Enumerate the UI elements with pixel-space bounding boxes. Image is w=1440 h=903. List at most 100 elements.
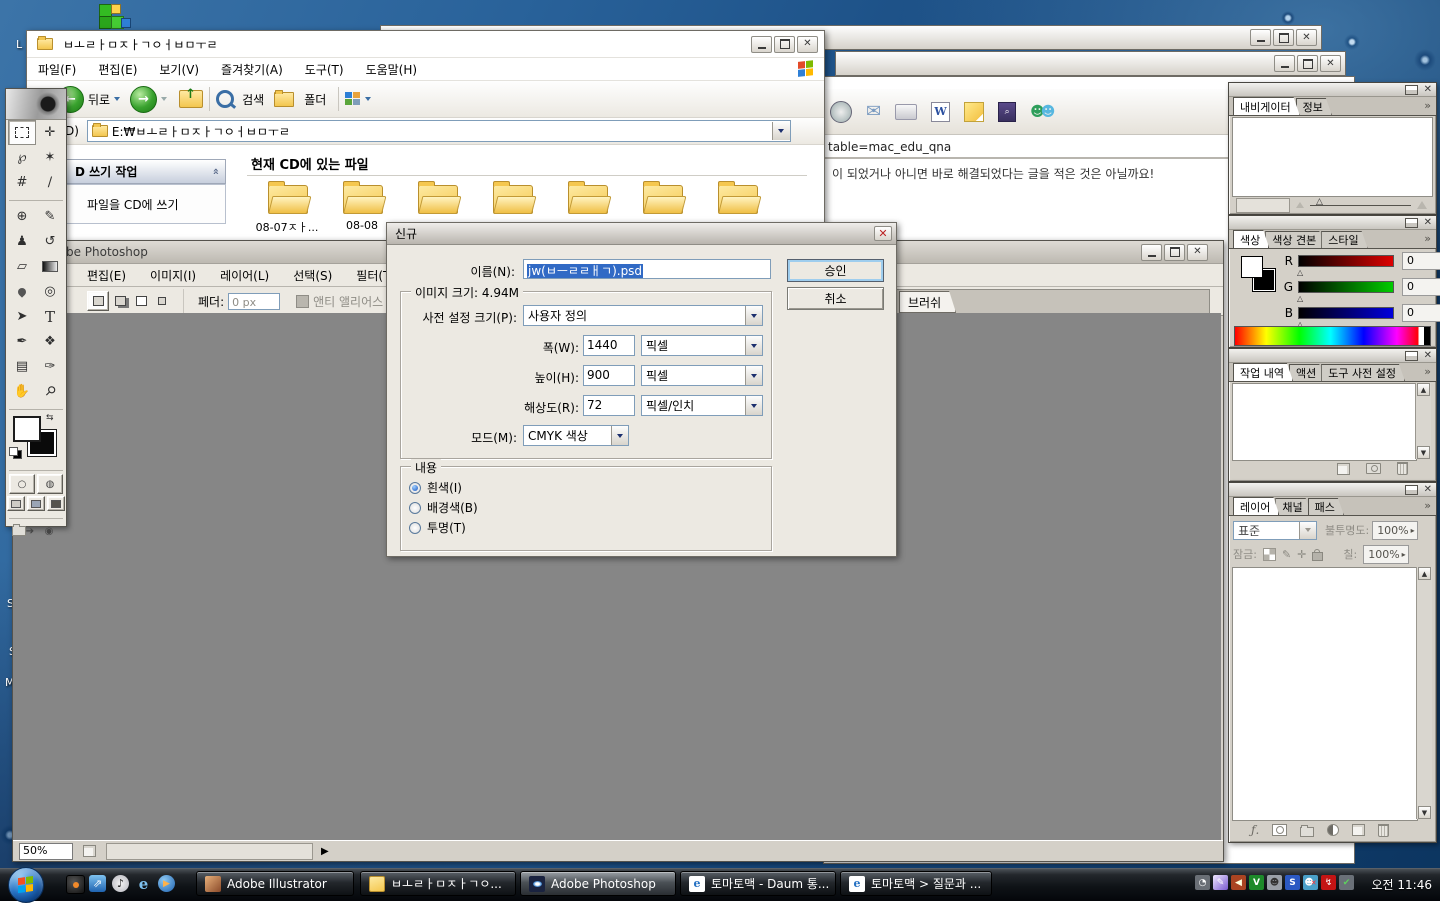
taskbar-button-illustrator[interactable]: Adobe Illustrator <box>196 871 354 896</box>
tray-update-icon[interactable]: ✔ <box>1339 875 1354 890</box>
brush-tool[interactable]: ✎ <box>36 204 64 229</box>
tab-history[interactable]: 작업 내역 <box>1233 363 1293 381</box>
dropdown-arrow-icon[interactable] <box>611 426 628 445</box>
adjustment-layer-icon[interactable] <box>1327 824 1339 836</box>
tray-agent-icon[interactable]: ☻ <box>1267 875 1282 890</box>
tray-speaker-icon[interactable]: ◀ <box>1231 875 1246 890</box>
imageready-icon[interactable]: ◉ <box>37 522 61 540</box>
dictionary-search-icon[interactable]: ⌕ <box>998 102 1016 122</box>
tab-layers[interactable]: 레이어 <box>1233 497 1279 515</box>
custom-shape-tool[interactable]: ❖ <box>36 329 64 354</box>
red-slider[interactable] <box>1298 255 1394 267</box>
folders-icon[interactable] <box>274 92 294 107</box>
layers-list[interactable] <box>1232 567 1418 821</box>
dropdown-arrow-icon[interactable] <box>1299 522 1316 539</box>
contents-transparent-option[interactable]: 투명(T) <box>409 519 466 536</box>
explorer-titlebar[interactable]: ㅂㅗㄹㅏㅁㅈㅏㄱㅇㅓㅂㅁㅜㄹ ✕ <box>27 31 824 58</box>
opacity-input[interactable]: 100%▸ <box>1372 521 1417 540</box>
green-value-input[interactable]: 0 <box>1402 278 1440 296</box>
edit-with-word-icon[interactable]: W <box>931 102 950 122</box>
dropdown-arrow-icon[interactable] <box>745 336 762 355</box>
new-snapshot-icon[interactable] <box>1366 463 1381 474</box>
search-icon[interactable] <box>216 90 234 108</box>
delete-state-icon[interactable] <box>1397 462 1408 475</box>
views-icon[interactable] <box>345 92 361 106</box>
close-icon[interactable]: ✕ <box>1296 29 1317 46</box>
close-icon[interactable]: ✕ <box>797 36 818 53</box>
lock-all-icon[interactable] <box>1312 552 1323 561</box>
name-input[interactable]: jw(ㅂㅡㄹㄹㅐㄱ).psd <box>523 259 771 279</box>
foreground-color-swatch[interactable] <box>1241 256 1263 278</box>
cd-folder[interactable] <box>418 185 458 214</box>
blue-slider[interactable] <box>1298 307 1394 319</box>
photoshop-logo-banner[interactable] <box>6 89 66 120</box>
clone-stamp-tool[interactable]: ♟ <box>8 229 36 254</box>
quicklaunch-wmp-icon[interactable]: ▶ <box>158 875 175 892</box>
close-icon[interactable]: ✕ <box>1424 485 1432 495</box>
forward-dropdown-icon[interactable] <box>161 97 167 101</box>
views-dropdown-icon[interactable] <box>365 97 371 101</box>
feather-input[interactable]: 0 px <box>228 293 280 310</box>
taskbar-button-qna[interactable]: e 토마토맥 > 질문과 ... <box>840 871 992 896</box>
browser-window-titlebar[interactable]: ✕ <box>835 51 1346 76</box>
menu-file[interactable]: 파일(F) <box>27 61 87 78</box>
dropdown-arrow-icon[interactable] <box>745 366 762 385</box>
palette-menu-icon[interactable]: » <box>1424 499 1431 512</box>
folders-button-label[interactable]: 폴더 <box>304 91 326 108</box>
antialias-checkbox[interactable] <box>296 295 309 308</box>
history-brush-tool[interactable]: ↺ <box>36 229 64 254</box>
contents-white-option[interactable]: 흰색(I) <box>409 479 462 496</box>
blur-tool[interactable] <box>8 279 36 304</box>
marquee-tool[interactable] <box>8 120 36 145</box>
minimize-icon[interactable] <box>1405 218 1418 228</box>
pen-tool[interactable]: ✒ <box>8 329 36 354</box>
selection-subtract-button[interactable] <box>131 292 151 310</box>
cd-folder[interactable] <box>643 185 683 214</box>
mode-select[interactable]: CMYK 색상 <box>523 425 629 446</box>
maximize-button[interactable] <box>774 36 795 53</box>
selection-intersect-button[interactable] <box>152 292 172 310</box>
menu-tools[interactable]: 도구(T) <box>294 61 355 78</box>
back-dropdown-icon[interactable] <box>114 97 120 101</box>
tab-channels[interactable]: 채널 <box>1275 498 1311 515</box>
lock-transparency-icon[interactable] <box>1263 548 1276 561</box>
menu-favorites[interactable]: 즐겨찾기(A) <box>210 61 294 78</box>
taskbar-button-folder[interactable]: ㅂㅗㄹㅏㅁㅈㅏㄱㅇ... <box>360 871 516 896</box>
scroll-up-icon[interactable]: ▲ <box>1418 567 1431 580</box>
lasso-tool[interactable]: ℘ <box>8 145 36 170</box>
fullscreen-menubar-button[interactable] <box>27 496 45 511</box>
menu-select[interactable]: 선택(S) <box>281 267 344 284</box>
quick-mask-mode-button[interactable]: ◍ <box>37 474 63 494</box>
quicklaunch-media-icon[interactable] <box>66 875 85 894</box>
height-unit-select[interactable]: 픽셀 <box>641 365 763 386</box>
messenger-icon[interactable]: ☻☻ <box>1030 104 1055 120</box>
lock-position-icon[interactable]: ✛ <box>1297 548 1306 561</box>
zoom-out-icon[interactable] <box>1296 202 1304 208</box>
zoom-in-icon[interactable] <box>1417 201 1427 209</box>
palette-titlebar[interactable]: ✕ <box>1229 349 1436 363</box>
cancel-button[interactable]: 취소 <box>787 287 884 310</box>
start-button[interactable] <box>8 867 44 903</box>
selection-new-button[interactable] <box>87 291 109 311</box>
maximize-button[interactable] <box>1273 29 1294 46</box>
minimize-icon[interactable] <box>1405 351 1418 361</box>
cd-folder[interactable] <box>718 185 758 214</box>
quicklaunch-music-icon[interactable]: ♪ <box>112 875 129 892</box>
tray-s-app-icon[interactable]: S <box>1285 875 1300 890</box>
close-icon[interactable]: ✕ <box>874 226 892 241</box>
minimize-button[interactable] <box>1274 55 1295 72</box>
width-unit-select[interactable]: 픽셀 <box>641 335 763 356</box>
standard-screen-button[interactable] <box>7 496 25 511</box>
menu-edit[interactable]: 편집(E) <box>75 267 138 284</box>
palette-titlebar[interactable]: ✕ <box>1229 483 1436 497</box>
menu-layer[interactable]: 레이어(L) <box>208 267 281 284</box>
palette-titlebar[interactable]: ✕ <box>1229 216 1436 230</box>
blend-mode-select[interactable]: 표준 <box>1233 521 1317 540</box>
write-to-cd-link[interactable]: 파일을 CD에 쓰기 <box>87 196 179 213</box>
history-list[interactable] <box>1232 383 1417 461</box>
collapse-chevron-icon[interactable]: » <box>209 168 222 175</box>
tray-v3-antivirus-icon[interactable]: V <box>1249 875 1264 890</box>
mail-icon[interactable]: ✉ <box>866 101 881 122</box>
tab-info[interactable]: 정보 <box>1296 98 1332 115</box>
tray-lightning-app-icon[interactable]: ↯ <box>1321 875 1336 890</box>
